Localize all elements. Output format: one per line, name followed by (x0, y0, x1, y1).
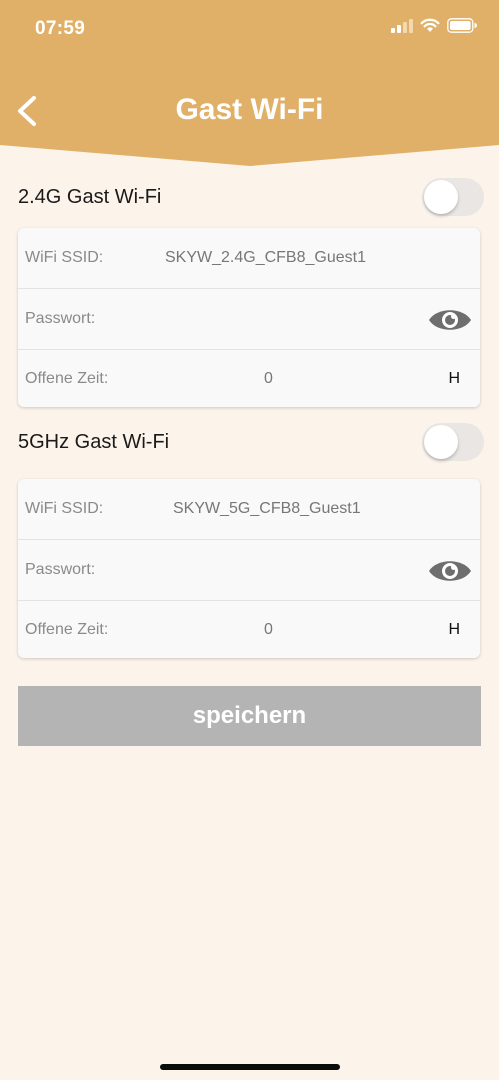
wifi-icon (420, 18, 440, 32)
eye-icon[interactable] (428, 305, 472, 335)
open-time-row: Offene Zeit: 0 H (18, 601, 480, 658)
status-icons (391, 18, 477, 33)
ssid-label: WiFi SSID: (25, 500, 104, 517)
page-title: Gast Wi-Fi (175, 93, 324, 126)
header-bar: 07:59 Gast Wi-Fi (0, 0, 499, 168)
guest-24g-toggle[interactable] (422, 178, 484, 216)
ssid-value[interactable]: SKYW_5G_CFB8_Guest1 (173, 500, 361, 518)
eye-icon[interactable] (428, 556, 472, 586)
open-time-value[interactable]: 0 (264, 621, 273, 639)
status-time: 07:59 (35, 18, 86, 39)
toggle-knob (424, 180, 458, 214)
cellular-signal-icon (391, 18, 413, 33)
home-indicator (160, 1064, 340, 1070)
password-field[interactable] (158, 299, 418, 339)
ssid-value[interactable]: SKYW_2.4G_CFB8_Guest1 (165, 249, 366, 267)
password-label: Passwort: (25, 561, 96, 578)
open-time-label: Offene Zeit: (25, 369, 109, 387)
password-label: Passwort: (25, 310, 96, 327)
toggle-knob (424, 425, 458, 459)
guest-24g-header: 2.4G Gast Wi-Fi (18, 177, 484, 217)
guest-24g-title: 2.4G Gast Wi-Fi (18, 185, 162, 208)
guest-5g-title: 5GHz Gast Wi-Fi (18, 430, 170, 453)
password-field[interactable] (158, 550, 418, 590)
open-time-label: Offene Zeit: (25, 620, 109, 638)
ssid-label: WiFi SSID: (25, 249, 104, 266)
open-time-unit: H (448, 620, 460, 638)
battery-icon (447, 18, 477, 33)
password-row: Passwort: (18, 540, 480, 601)
open-time-unit: H (448, 369, 460, 387)
guest-5g-card: WiFi SSID: SKYW_5G_CFB8_Guest1 Passwort:… (18, 479, 480, 658)
ssid-row: WiFi SSID: SKYW_5G_CFB8_Guest1 (18, 479, 480, 540)
password-row: Passwort: (18, 289, 480, 350)
guest-5g-toggle[interactable] (422, 423, 484, 461)
ssid-row: WiFi SSID: SKYW_2.4G_CFB8_Guest1 (18, 228, 480, 289)
open-time-row: Offene Zeit: 0 H (18, 350, 480, 407)
guest-5g-header: 5GHz Gast Wi-Fi (18, 422, 484, 462)
open-time-value[interactable]: 0 (264, 370, 273, 388)
guest-24g-card: WiFi SSID: SKYW_2.4G_CFB8_Guest1 Passwor… (18, 228, 480, 407)
save-button[interactable]: speichern (18, 686, 481, 746)
